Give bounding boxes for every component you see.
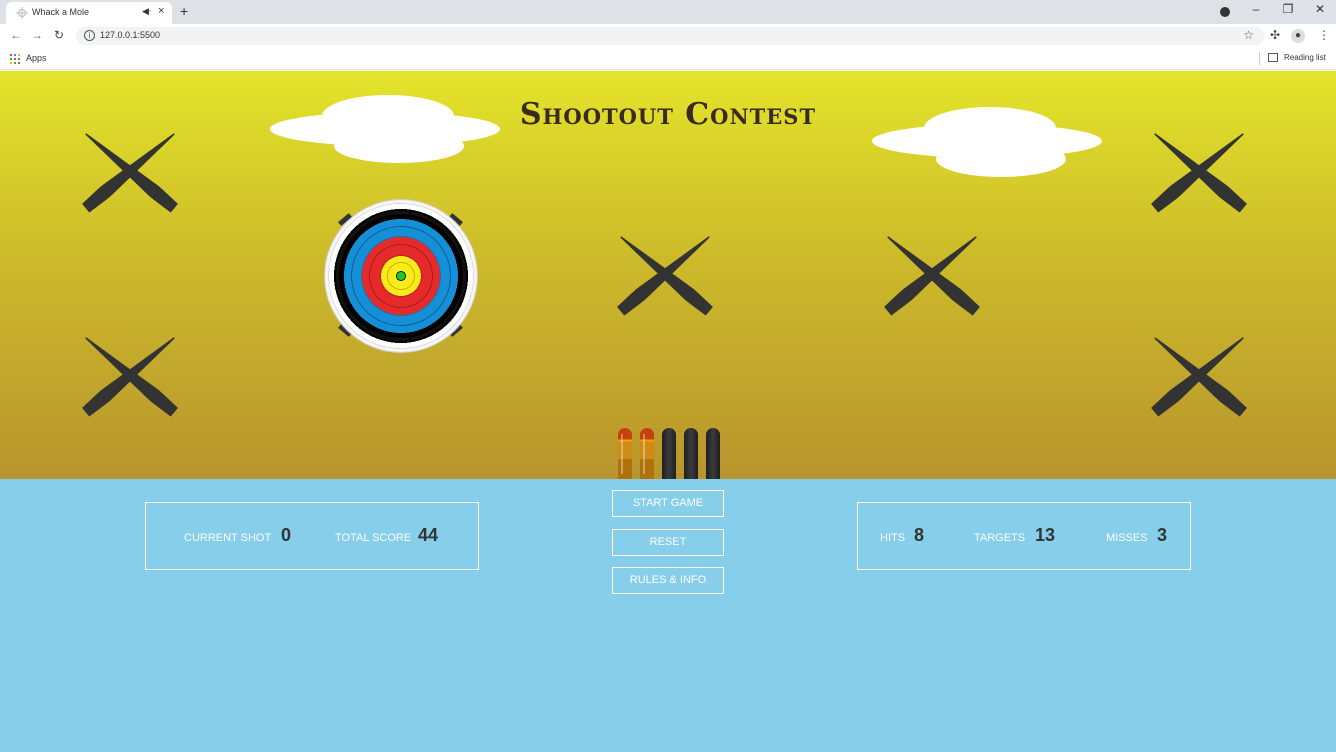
- restore-button[interactable]: ❐: [1279, 2, 1297, 16]
- divider: [1259, 52, 1260, 65]
- empty-hole-marker[interactable]: [1136, 109, 1262, 235]
- stats-panel: Hits 8 Targets 13 Misses 3: [857, 502, 1191, 570]
- bullet-spent-icon: [662, 428, 676, 479]
- empty-hole-marker[interactable]: [602, 212, 728, 338]
- start-game-button[interactable]: Start Game: [612, 490, 724, 517]
- minimize-button[interactable]: –: [1247, 2, 1265, 16]
- bullet-live-icon: [640, 428, 654, 479]
- close-window-button[interactable]: ✕: [1311, 2, 1329, 16]
- profile-avatar-icon[interactable]: ●: [1291, 29, 1305, 43]
- bullet-spent-icon: [684, 428, 698, 479]
- hits-label: Hits: [880, 532, 906, 544]
- site-info-icon[interactable]: i: [84, 30, 95, 41]
- crosshair-favicon-icon: [16, 7, 28, 19]
- reading-list-button[interactable]: Reading list: [1284, 53, 1326, 62]
- hits-value: 8: [914, 525, 925, 545]
- targets-label: Targets: [974, 532, 1026, 544]
- reset-button[interactable]: Reset: [612, 529, 724, 556]
- forward-arrow-icon[interactable]: →: [31, 28, 43, 42]
- back-arrow-icon[interactable]: ←: [10, 28, 22, 42]
- game-scene[interactable]: Shootout Contest: [0, 71, 1336, 479]
- browser-tab-strip: Whack a Mole ◀ᐧ × + – ❐ ✕: [0, 0, 1336, 24]
- empty-hole-marker[interactable]: [67, 109, 193, 235]
- browser-toolbar: ← → ↻ i 127.0.0.1:5500 ☆ ✣ ● ⋮: [0, 24, 1336, 48]
- apps-bookmark[interactable]: Apps: [26, 53, 47, 63]
- speaker-icon[interactable]: ◀ᐧ: [142, 6, 151, 17]
- reading-list-icon[interactable]: [1268, 53, 1278, 62]
- tab-title: Whack a Mole: [32, 7, 90, 17]
- archery-target[interactable]: [325, 200, 477, 352]
- bookmarks-bar: Apps Reading list: [0, 48, 1336, 70]
- bullet-live-icon: [618, 428, 632, 479]
- misses-value: 3: [1157, 525, 1168, 545]
- rules-info-button[interactable]: Rules & Info: [612, 567, 724, 594]
- targets-value: 13: [1035, 525, 1056, 545]
- bullseye-icon[interactable]: [325, 200, 477, 352]
- media-control-icon[interactable]: [1220, 7, 1230, 17]
- bookmark-star-icon[interactable]: ☆: [1243, 28, 1254, 42]
- current-shot-value: 0: [281, 525, 292, 545]
- extensions-puzzle-icon[interactable]: ✣: [1270, 28, 1280, 42]
- total-score-value: 44: [418, 525, 439, 545]
- bullet-spent-icon: [706, 428, 720, 479]
- scoreboard-area: Current Shot 0 Total Score 44 Start Game…: [0, 479, 1336, 752]
- tab-close-icon[interactable]: ×: [158, 5, 164, 17]
- current-shot-label: Current Shot: [184, 532, 272, 544]
- empty-hole-marker[interactable]: [1136, 313, 1262, 439]
- address-bar[interactable]: i 127.0.0.1:5500 ☆: [76, 27, 1264, 45]
- url-text[interactable]: 127.0.0.1:5500: [100, 30, 160, 40]
- empty-hole-marker[interactable]: [869, 212, 995, 338]
- apps-grid-icon[interactable]: [10, 54, 20, 64]
- new-tab-button[interactable]: +: [180, 3, 188, 19]
- more-menu-icon[interactable]: ⋮: [1318, 28, 1330, 42]
- ammo-indicator: [616, 424, 720, 479]
- reload-icon[interactable]: ↻: [54, 28, 64, 42]
- score-panel: Current Shot 0 Total Score 44: [145, 502, 479, 570]
- total-score-label: Total Score: [335, 532, 412, 544]
- browser-tab[interactable]: Whack a Mole ◀ᐧ ×: [6, 2, 172, 24]
- empty-hole-marker[interactable]: [67, 313, 193, 439]
- misses-label: Misses: [1106, 532, 1148, 544]
